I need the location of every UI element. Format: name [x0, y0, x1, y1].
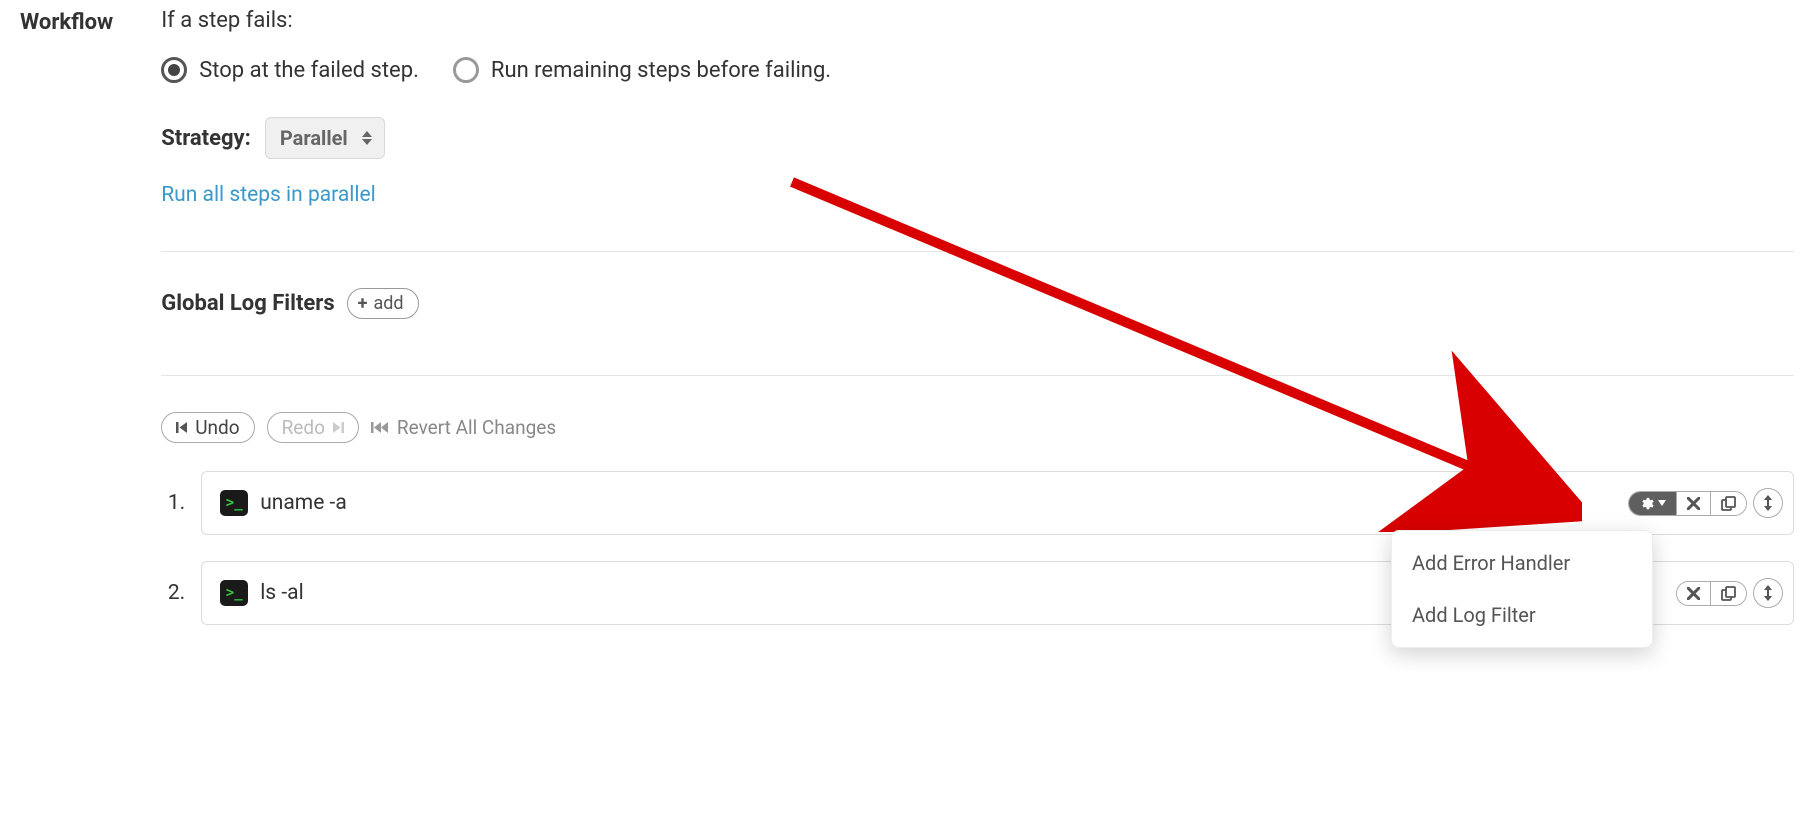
gear-dropdown: Add Error Handler Add Log Filter [1391, 530, 1653, 648]
radio-stop-at-failed[interactable]: Stop at the failed step. [161, 57, 419, 83]
gear-menu-button[interactable] [1629, 492, 1676, 515]
plus-icon: + [358, 295, 368, 313]
radio-run-remaining[interactable]: Run remaining steps before failing. [453, 57, 831, 83]
terminal-icon: >_ [220, 490, 248, 516]
copy-icon [1721, 496, 1736, 511]
global-log-filters-label: Global Log Filters [161, 291, 334, 316]
redo-button[interactable]: Redo [267, 412, 359, 443]
rewind-icon [371, 421, 389, 434]
add-label: add [373, 293, 403, 314]
strategy-value: Parallel [280, 126, 348, 150]
step-number: 2. [161, 581, 185, 605]
add-log-filter-button[interactable]: + add [347, 288, 419, 319]
radio-icon [453, 57, 479, 83]
close-icon [1687, 587, 1700, 600]
close-icon [1687, 497, 1700, 510]
redo-label: Redo [282, 416, 325, 439]
revert-label: Revert All Changes [397, 416, 556, 439]
radio-icon [161, 57, 187, 83]
step-number: 1. [161, 491, 185, 515]
step-forward-icon [331, 421, 344, 434]
section-title: Workflow [20, 8, 113, 651]
undo-label: Undo [195, 416, 239, 439]
terminal-icon: >_ [220, 580, 248, 606]
divider [161, 375, 1794, 376]
step-card[interactable]: >_ uname -a [201, 471, 1794, 535]
duplicate-step-button[interactable] [1710, 582, 1746, 605]
strategy-select[interactable]: Parallel [265, 117, 385, 159]
step-actions [1676, 578, 1783, 608]
step-back-icon [176, 421, 189, 434]
run-parallel-link[interactable]: Run all steps in parallel [161, 183, 376, 207]
chevron-updown-icon [362, 131, 372, 145]
updown-icon [1763, 495, 1773, 511]
menu-add-error-handler[interactable]: Add Error Handler [1392, 537, 1652, 589]
step-command: ls -al [260, 581, 304, 605]
step-actions [1628, 488, 1783, 518]
duplicate-step-button[interactable] [1710, 492, 1746, 515]
drag-handle[interactable] [1753, 578, 1783, 608]
divider [161, 251, 1794, 252]
delete-step-button[interactable] [1677, 582, 1710, 605]
copy-icon [1721, 586, 1736, 601]
arrow-annotation [782, 172, 1582, 532]
gear-icon [1639, 496, 1654, 511]
menu-add-log-filter[interactable]: Add Log Filter [1392, 589, 1652, 641]
undo-button[interactable]: Undo [161, 412, 254, 443]
fail-title: If a step fails: [161, 8, 1794, 33]
delete-step-button[interactable] [1676, 492, 1710, 515]
strategy-label: Strategy: [161, 126, 251, 151]
radio-stop-label: Stop at the failed step. [199, 58, 419, 83]
radio-run-remaining-label: Run remaining steps before failing. [491, 58, 831, 83]
caret-down-icon [1658, 500, 1666, 506]
step-command: uname -a [260, 491, 347, 515]
drag-handle[interactable] [1753, 488, 1783, 518]
revert-all-button[interactable]: Revert All Changes [371, 416, 556, 439]
updown-icon [1763, 585, 1773, 601]
